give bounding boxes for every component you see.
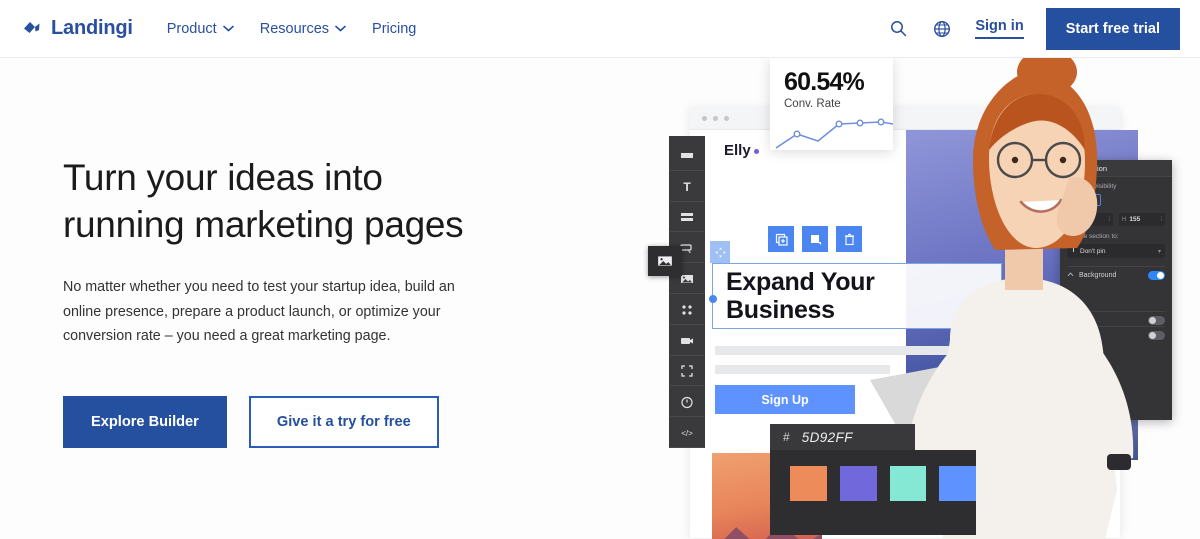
heading-line-2: Business xyxy=(726,296,835,324)
hex-value: 5D92FF xyxy=(802,430,853,445)
element-toolbar xyxy=(768,226,862,252)
hero-cta-group: Explore Builder Give it a try for free xyxy=(63,396,533,448)
chevron-down-icon xyxy=(335,25,346,32)
signup-button[interactable]: Sign Up xyxy=(715,385,855,414)
main-navigation: Product Resources Pricing xyxy=(167,21,417,37)
color-swatch[interactable] xyxy=(890,466,927,501)
heading-line-1: Expand Your xyxy=(726,268,875,296)
columns-icon[interactable] xyxy=(670,204,704,233)
page-title: Turn your ideas into running marketing p… xyxy=(63,155,533,249)
duplicate-icon[interactable] xyxy=(768,226,794,252)
logo-text: Landingi xyxy=(51,17,133,40)
move-icon[interactable] xyxy=(710,241,730,263)
active-tool-image-icon[interactable] xyxy=(648,246,682,276)
nav-item-resources-label: Resources xyxy=(260,21,329,37)
section-icon[interactable] xyxy=(670,142,704,171)
hash-symbol: # xyxy=(783,430,790,444)
timer-icon[interactable] xyxy=(670,388,704,417)
landing-page: Landingi Product Resources Pricing xyxy=(0,0,1200,539)
explore-builder-button[interactable]: Explore Builder xyxy=(63,396,227,448)
signin-link[interactable]: Sign in xyxy=(975,18,1023,39)
nav-item-product[interactable]: Product xyxy=(167,21,234,37)
window-dot-icon xyxy=(702,116,707,121)
hero-paragraph: No matter whether you need to test your … xyxy=(63,275,495,349)
selection-anchor-icon xyxy=(709,295,717,303)
color-swatch[interactable] xyxy=(840,466,877,501)
video-icon[interactable] xyxy=(670,327,704,356)
color-swatch[interactable] xyxy=(939,466,976,501)
brand-dot-icon xyxy=(754,149,759,154)
text-icon[interactable]: T xyxy=(670,173,704,202)
frame-icon[interactable] xyxy=(670,358,704,387)
svg-text:</>: </> xyxy=(681,429,693,438)
color-picker-panel: # 5D92FF xyxy=(770,450,976,535)
brand-name: Elly xyxy=(724,142,759,159)
color-swatch[interactable] xyxy=(790,466,827,501)
give-it-a-try-button[interactable]: Give it a try for free xyxy=(249,396,439,448)
layers-icon[interactable] xyxy=(802,226,828,252)
color-swatch-list xyxy=(770,450,976,501)
product-collage: Elly xyxy=(640,58,1200,539)
nav-item-product-label: Product xyxy=(167,21,217,37)
hero-content: Turn your ideas into running marketing p… xyxy=(63,155,533,448)
nav-item-pricing-label: Pricing xyxy=(372,21,416,37)
widgets-icon[interactable] xyxy=(670,296,704,325)
headline-line-2: running marketing pages xyxy=(63,204,463,245)
search-icon[interactable] xyxy=(887,18,909,40)
start-free-trial-button[interactable]: Start free trial xyxy=(1046,8,1180,50)
nav-item-pricing[interactable]: Pricing xyxy=(372,21,416,37)
chevron-down-icon xyxy=(223,25,234,32)
builder-tools-sidebar: T </> xyxy=(669,136,705,448)
header-actions: Sign in Start free trial xyxy=(887,8,1180,50)
svg-text:T: T xyxy=(683,180,691,194)
nav-item-resources[interactable]: Resources xyxy=(260,21,346,37)
globe-icon[interactable] xyxy=(931,18,953,40)
site-header: Landingi Product Resources Pricing xyxy=(0,0,1200,58)
window-dot-icon xyxy=(713,116,718,121)
logo[interactable]: Landingi xyxy=(22,17,133,40)
code-icon[interactable]: </> xyxy=(670,419,704,448)
landingi-diamond-logo-icon xyxy=(22,19,42,39)
hex-input-row[interactable]: # 5D92FF xyxy=(770,424,915,450)
headline-line-1: Turn your ideas into xyxy=(63,157,383,198)
brand-name-label: Elly xyxy=(724,142,751,159)
window-dot-icon xyxy=(724,116,729,121)
selected-heading-text: Expand Your Business xyxy=(726,268,875,325)
